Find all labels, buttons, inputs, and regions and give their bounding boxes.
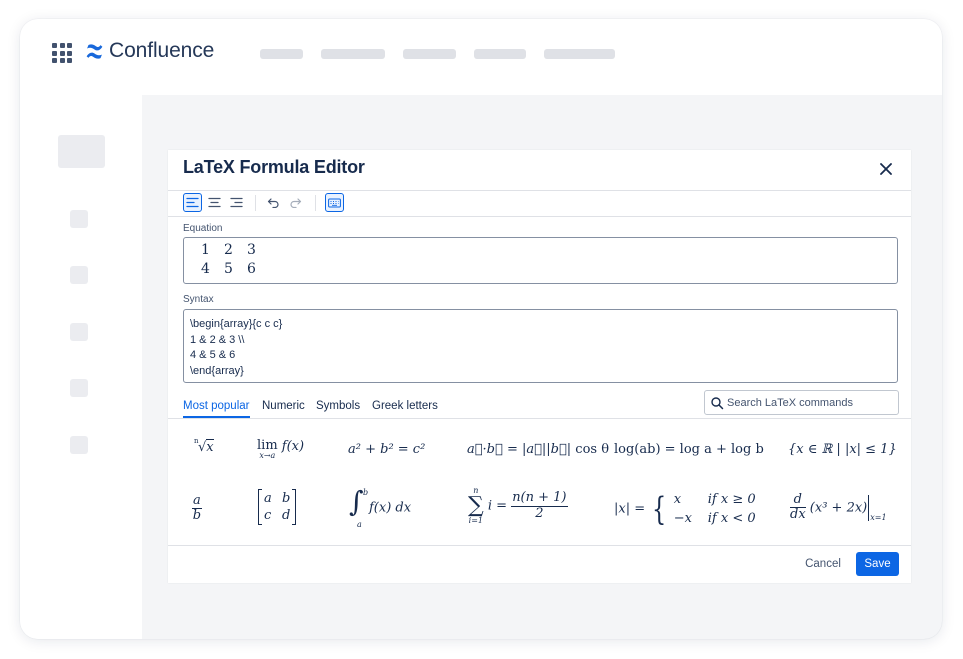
cancel-button[interactable]: Cancel <box>796 552 850 576</box>
latex-editor-dialog: LaTeX Formula Editor Equation 123 456 Sy… <box>168 150 911 583</box>
nav-placeholder[interactable] <box>260 49 303 59</box>
search-icon <box>711 397 724 410</box>
syntax-line: \end{array} <box>190 364 244 377</box>
app-name: Confluence <box>109 39 215 62</box>
equation-preview[interactable]: 123 456 <box>183 237 898 284</box>
align-left-icon[interactable] <box>183 193 202 212</box>
dialog-title: LaTeX Formula Editor <box>183 157 365 177</box>
close-icon[interactable] <box>874 157 898 181</box>
sidebar-item[interactable] <box>70 323 88 341</box>
grid-icon[interactable] <box>52 43 72 63</box>
syntax-textarea[interactable]: \begin{array}{c c c} 1 & 2 & 3 \\ 4 & 5 … <box>183 309 898 383</box>
nav-placeholder[interactable] <box>474 49 526 59</box>
symbol-nth-root[interactable]: n √x <box>194 437 214 455</box>
divider <box>168 216 911 217</box>
sidebar-item[interactable] <box>70 266 88 284</box>
redo-icon[interactable] <box>286 193 305 212</box>
save-button[interactable]: Save <box>856 552 899 576</box>
top-navigation: Confluence <box>20 19 942 95</box>
symbol-derivative[interactable]: d dx (x³ + 2x) x=1 <box>790 492 887 523</box>
symbol-pythagoras[interactable]: a² + b² = c² <box>348 442 425 457</box>
nav-placeholder[interactable] <box>403 49 456 59</box>
equation-matrix: 123 456 <box>201 242 256 277</box>
align-center-icon[interactable] <box>205 193 224 212</box>
search-input[interactable] <box>727 394 895 411</box>
symbol-fraction[interactable]: ab <box>192 493 202 524</box>
toolbar-separator <box>255 195 256 211</box>
syntax-line: 1 & 2 & 3 \\ <box>190 333 245 346</box>
symbol-set-builder[interactable]: {x ∈ ℝ | |x| ≤ 1} <box>788 442 897 457</box>
confluence-logo-icon <box>86 43 103 59</box>
sidebar-item[interactable] <box>70 210 88 228</box>
confluence-logo[interactable]: Confluence <box>84 39 214 63</box>
equation-label: Equation <box>183 223 223 234</box>
search-field[interactable] <box>704 390 899 415</box>
toolbar-separator <box>315 195 316 211</box>
syntax-label: Syntax <box>183 294 214 305</box>
nav-placeholder[interactable] <box>321 49 385 59</box>
nav-placeholder[interactable] <box>544 49 615 59</box>
tab-numeric[interactable]: Numeric <box>262 400 305 412</box>
sidebar-item[interactable] <box>70 379 88 397</box>
symbol-dot-product[interactable]: a⃗·b⃗ = |a⃗||b⃗| cos θ <box>467 442 609 457</box>
symbol-summation[interactable]: n ∑ i=1 i = n(n + 1) 2 <box>468 487 568 525</box>
symbol-absolute-value-cases[interactable]: |x| = { x if x ≥ 0 −x if x < 0 <box>614 490 756 528</box>
divider <box>168 545 911 546</box>
tab-most-popular[interactable]: Most popular <box>183 400 249 412</box>
keyboard-icon[interactable] <box>325 193 344 212</box>
sidebar-placeholder <box>58 135 105 168</box>
symbol-limit[interactable]: lim x→a f(x) <box>257 439 304 461</box>
symbol-log-rule[interactable]: log(ab) = log a + log b <box>614 442 764 457</box>
divider <box>168 190 911 191</box>
symbol-matrix[interactable]: ab cd <box>258 489 297 525</box>
syntax-line: 4 & 5 & 6 <box>190 349 236 361</box>
syntax-line: \begin{array}{c c c} <box>190 318 283 330</box>
symbol-definite-integral[interactable]: ∫ b a f(x) dx <box>349 488 411 530</box>
sidebar <box>20 95 142 639</box>
tab-symbols[interactable]: Symbols <box>316 400 360 412</box>
divider <box>168 418 911 419</box>
tab-greek-letters[interactable]: Greek letters <box>372 400 438 412</box>
align-right-icon[interactable] <box>227 193 246 212</box>
sidebar-item[interactable] <box>70 436 88 454</box>
undo-icon[interactable] <box>264 193 283 212</box>
